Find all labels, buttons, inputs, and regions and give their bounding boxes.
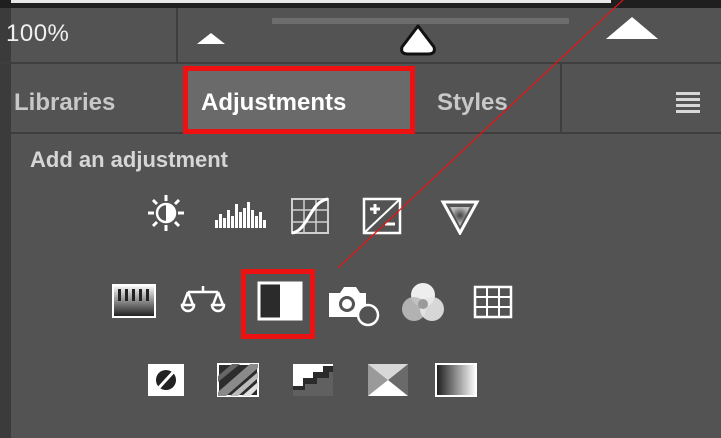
levels-icon[interactable]: [214, 198, 268, 228]
threshold-icon[interactable]: [291, 362, 335, 398]
top-highlight-strip: [11, 0, 611, 3]
photo-filter-icon[interactable]: [326, 283, 382, 327]
tab-libraries[interactable]: Libraries: [14, 89, 115, 117]
divider: [176, 8, 178, 63]
tab-styles[interactable]: Styles: [437, 89, 508, 117]
left-edge: [0, 0, 11, 438]
divider: [415, 132, 721, 134]
highlight-box-tab: [183, 66, 415, 134]
selective-color-icon[interactable]: [366, 362, 410, 398]
zoom-in-icon[interactable]: [606, 17, 658, 39]
invert-icon[interactable]: [146, 362, 186, 398]
zoom-slider-thumb[interactable]: [397, 23, 439, 62]
divider: [0, 62, 721, 64]
highlight-box-black-white: [241, 269, 315, 339]
panel-heading: Add an adjustment: [30, 147, 229, 172]
vibrance-icon[interactable]: [440, 199, 480, 235]
divider: [560, 64, 562, 134]
curves-icon[interactable]: [290, 197, 330, 235]
panel-menu-icon[interactable]: [676, 92, 700, 113]
posterize-icon[interactable]: [216, 362, 260, 398]
channel-mixer-icon[interactable]: [400, 281, 446, 323]
zoom-out-icon[interactable]: [197, 33, 225, 44]
exposure-icon[interactable]: [362, 197, 402, 235]
divider: [11, 132, 183, 134]
hue-saturation-icon[interactable]: [111, 283, 157, 319]
color-lookup-icon[interactable]: [473, 285, 513, 319]
gradient-map-icon[interactable]: [434, 362, 478, 398]
color-balance-icon[interactable]: [180, 283, 226, 319]
zoom-percentage[interactable]: 100%: [6, 20, 69, 48]
brightness-contrast-icon[interactable]: [147, 194, 185, 232]
